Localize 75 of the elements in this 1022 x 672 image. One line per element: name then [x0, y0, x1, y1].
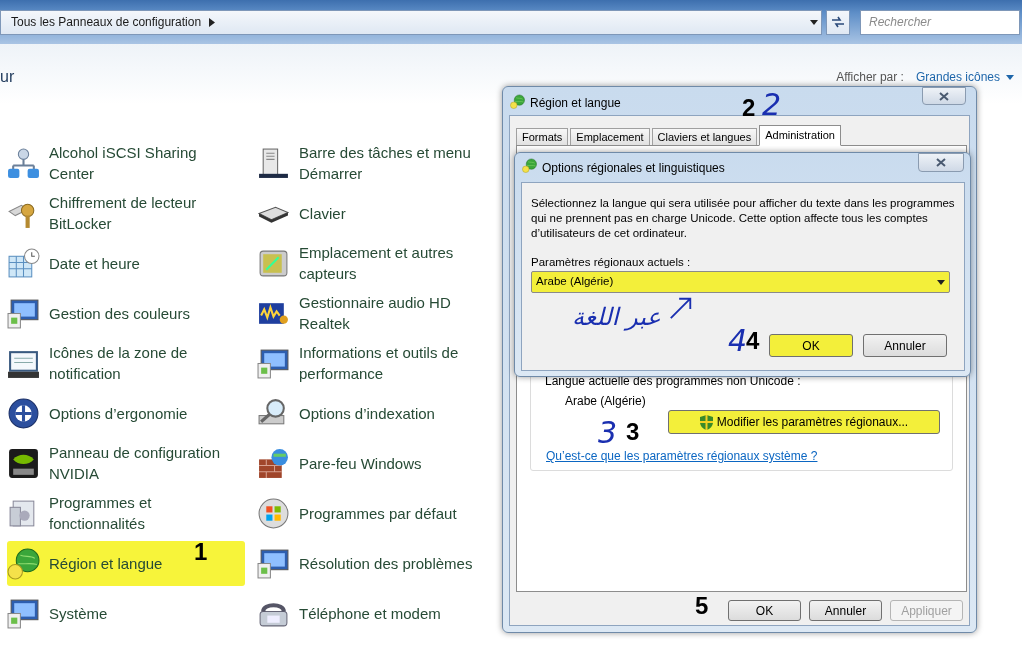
chevron-icon[interactable] — [209, 17, 216, 27]
close-icon — [939, 91, 949, 101]
handwritten-note: عبر اللغة — [572, 305, 661, 329]
view-dropdown[interactable]: Grandes icônes — [915, 68, 1014, 86]
calendar-icon — [7, 246, 40, 280]
globe-icon — [7, 546, 40, 580]
caret-icon — [810, 19, 818, 25]
dialog-button[interactable]: Annuler — [809, 600, 882, 621]
close-icon — [936, 158, 946, 167]
control-panel-item[interactable]: Informations et outils de performance — [257, 342, 495, 384]
control-panel-item[interactable]: Gestion des couleurs — [7, 296, 245, 330]
wheel-icon — [7, 396, 40, 430]
page-title: ur — [0, 67, 15, 87]
globe-icon — [510, 94, 525, 109]
control-panel-item[interactable]: Téléphone et modem — [257, 596, 495, 630]
breadcrumb-link[interactable]: Tous les Panneaux de configuration — [11, 13, 202, 31]
control-panel-item[interactable]: Options d’indexation — [257, 396, 495, 430]
control-panel-item[interactable]: Clavier — [257, 196, 495, 230]
tower-icon — [257, 146, 290, 180]
control-panel-item[interactable]: Barre des tâches et menu Démarrer — [257, 142, 495, 184]
control-panel-item[interactable]: Chiffrement de lecteur BitLocker — [7, 192, 245, 234]
close-button[interactable] — [918, 153, 964, 172]
tab[interactable]: Emplacement — [570, 128, 650, 146]
dialog-button[interactable]: OK — [728, 600, 801, 621]
monitor-icon — [257, 346, 290, 380]
handwritten-note: 2 — [762, 90, 782, 120]
control-panel-item[interactable]: Date et heure — [7, 246, 245, 280]
globe-icon — [522, 158, 537, 173]
step-number: 5 — [695, 594, 709, 618]
control-panel-item[interactable]: Programmes et fonctionnalités — [7, 492, 245, 534]
description-text: Sélectionnez la langue qui sera utilisée pour afficher du texte dans les programmes qui ne prennent pas en charge Unicode. Cette option affecte tous les comptes d’utilisateurs de cet ordinateur. — [531, 196, 956, 241]
dialog-button[interactable]: Annuler — [863, 334, 947, 357]
tab[interactable]: Administration — [759, 125, 841, 146]
card-icon — [7, 446, 40, 480]
tab[interactable]: Claviers et langues — [651, 128, 758, 146]
group-label: Langue actuelle des programmes non Unicode : — [545, 373, 801, 390]
control-panel-item[interactable]: Options d’ergonomie — [7, 396, 245, 430]
close-button[interactable] — [922, 87, 966, 105]
view-label: Afficher par : — [836, 69, 904, 86]
monitor-icon — [7, 296, 40, 330]
control-panel-item[interactable]: Programmes par défaut — [257, 496, 495, 530]
window-title: Options régionales et linguistiques — [542, 160, 725, 177]
step-number: 1 — [194, 540, 208, 564]
window-title: Région et langue — [530, 95, 621, 112]
monitor-icon — [257, 546, 290, 580]
handwritten-note: 3 — [598, 418, 618, 448]
control-panel-item[interactable]: Système — [7, 596, 245, 630]
caret-icon — [1006, 74, 1014, 80]
current-language: Arabe (Algérie) — [565, 393, 646, 410]
address-field[interactable]: Tous les Panneaux de configuration — [0, 9, 822, 35]
control-panel-item[interactable]: Gestionnaire audio HD Realtek — [257, 292, 495, 334]
tab[interactable]: Formats — [516, 128, 569, 146]
step-number: 3 — [626, 420, 640, 444]
shield-icon — [699, 414, 713, 430]
caret-icon — [937, 279, 945, 285]
control-panel-item[interactable]: Panneau de configuration NVIDIA — [7, 442, 245, 484]
step-number: 4 — [746, 329, 760, 353]
control-panel-item[interactable]: Résolution des problèmes — [257, 546, 495, 580]
field-label: Paramètres régionaux actuels : — [531, 255, 691, 270]
step-number: 2 — [742, 96, 756, 120]
locale-dropdown[interactable]: Arabe (Algérie) — [531, 271, 950, 293]
network-icon — [7, 146, 40, 180]
control-panel-item[interactable]: Alcohol iSCSI Sharing Center — [7, 142, 245, 184]
control-panel-item[interactable]: Pare-feu Windows — [257, 446, 495, 480]
refresh-icon — [831, 16, 845, 28]
control-panel-item[interactable]: Emplacement et autres capteurs — [257, 242, 495, 284]
orb-icon — [257, 496, 290, 530]
wall-icon — [257, 446, 290, 480]
monitor-icon — [7, 596, 40, 630]
help-link[interactable]: Qu’est-ce que les paramètres régionaux système ? — [546, 447, 818, 465]
change-settings-button[interactable]: Modifier les paramètres régionaux... — [668, 410, 940, 434]
control-panel-item[interactable]: Icônes de la zone de notification — [7, 342, 245, 384]
dialog-button[interactable]: OK — [769, 334, 853, 357]
refresh-button[interactable] — [826, 9, 850, 35]
search-field[interactable]: Rechercher — [860, 9, 1020, 35]
